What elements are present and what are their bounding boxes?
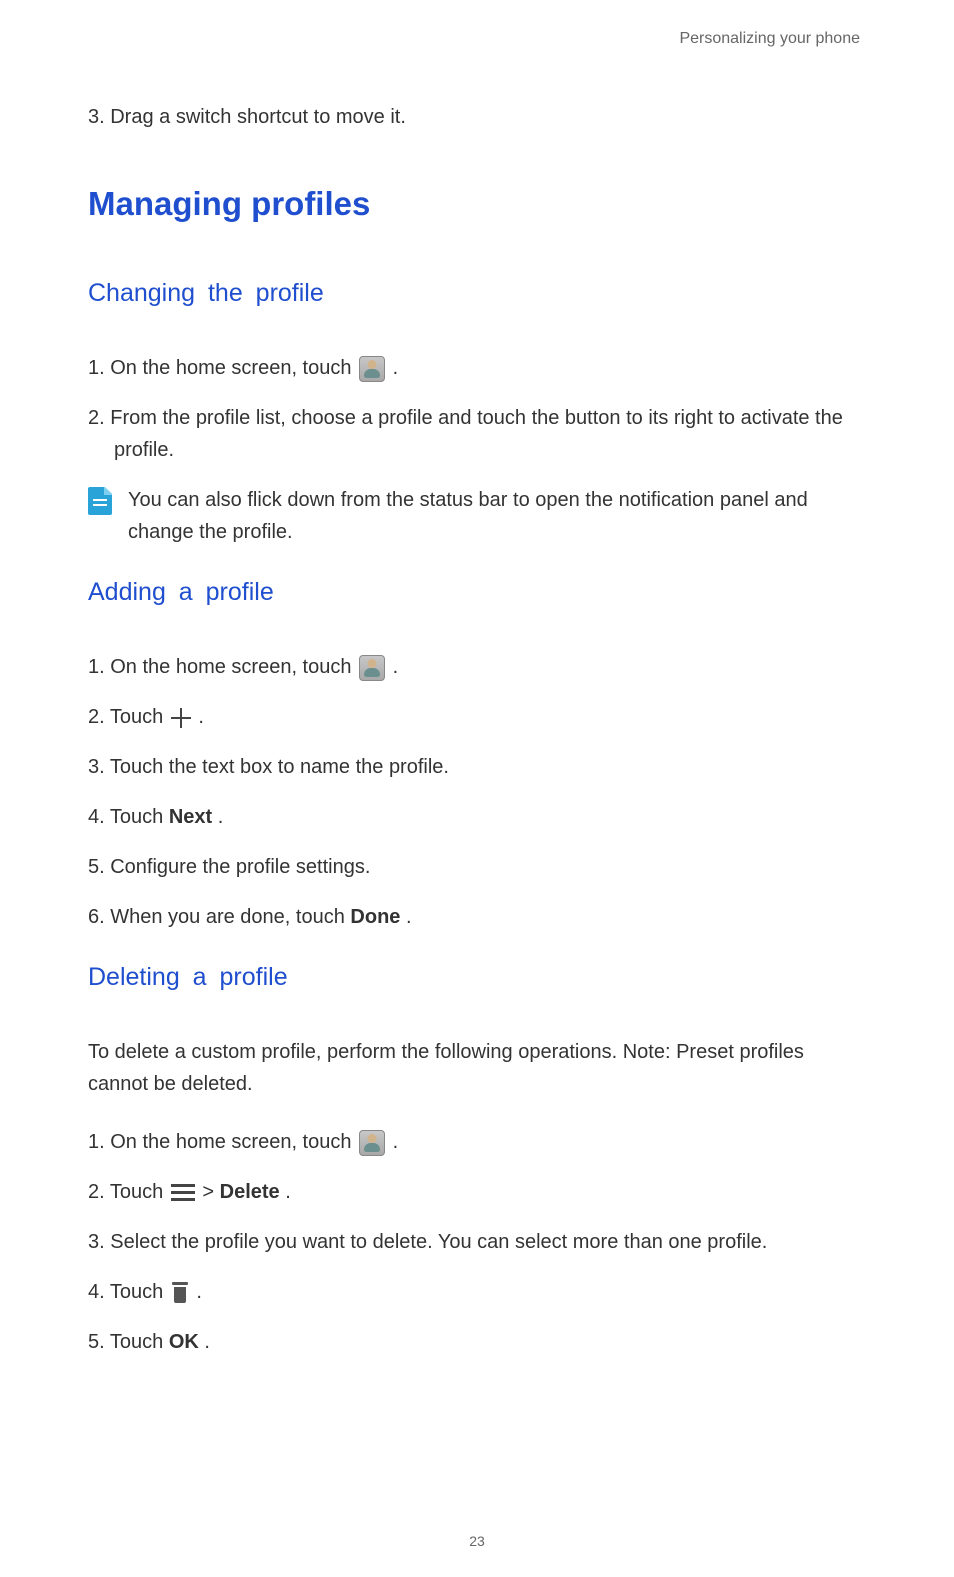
deleting-step-1: 1. On the home screen, touch . — [88, 1126, 866, 1158]
changing-steps-list: 1. On the home screen, touch . 2. From t… — [88, 352, 866, 466]
step-text-post: . — [285, 1181, 291, 1203]
step-text-post: . — [393, 1131, 399, 1153]
subsection-deleting-profile: Deleting a profile To delete a custom pr… — [88, 963, 866, 1358]
step-text-post: . — [393, 357, 399, 379]
changing-step-2: 2. From the profile list, choose a profi… — [88, 402, 866, 466]
adding-steps-list: 1. On the home screen, touch . 2. Touch … — [88, 651, 866, 933]
step-text-mid: > — [202, 1181, 219, 1203]
deleting-step-4: 4. Touch . — [88, 1276, 866, 1308]
step-text: 1. On the home screen, touch — [88, 1131, 357, 1153]
subsection-title-changing: Changing the profile — [88, 279, 866, 308]
step-bold: Next — [169, 806, 212, 828]
changing-step-1: 1. On the home screen, touch . — [88, 352, 866, 384]
intro-step-text: 3. Drag a switch shortcut to move it. — [88, 106, 866, 129]
page-number: 23 — [0, 1533, 954, 1549]
subsection-changing-profile: Changing the profile 1. On the home scre… — [88, 279, 866, 548]
subsection-adding-profile: Adding a profile 1. On the home screen, … — [88, 578, 866, 933]
profile-app-icon — [359, 1130, 385, 1156]
deleting-step-3: 3. Select the profile you want to delete… — [88, 1226, 866, 1258]
changing-note: You can also flick down from the status … — [88, 484, 866, 548]
document-page: Personalizing your phone 3. Drag a switc… — [0, 0, 954, 1358]
adding-step-2: 2. Touch . — [88, 701, 866, 733]
deleting-intro: To delete a custom profile, perform the … — [88, 1036, 866, 1100]
menu-icon — [171, 1184, 195, 1202]
step-bold: Done — [350, 906, 400, 928]
chapter-header: Personalizing your phone — [88, 30, 866, 48]
deleting-steps-list: 1. On the home screen, touch . 2. Touch … — [88, 1126, 866, 1358]
note-icon — [88, 487, 112, 515]
step-text-post: . — [393, 656, 399, 678]
step-text-post: . — [218, 806, 224, 828]
deleting-step-2: 2. Touch > Delete . — [88, 1176, 866, 1208]
subsection-title-adding: Adding a profile — [88, 578, 866, 607]
step-text: 2. Touch — [88, 1181, 169, 1203]
step-text: 4. Touch — [88, 1281, 169, 1303]
step-bold: Delete — [220, 1181, 280, 1203]
subsection-title-deleting: Deleting a profile — [88, 963, 866, 992]
step-text: 4. Touch — [88, 806, 169, 828]
step-bold: OK — [169, 1331, 199, 1353]
step-text-post: . — [204, 1331, 210, 1353]
step-text: 5. Touch — [88, 1331, 169, 1353]
adding-step-1: 1. On the home screen, touch . — [88, 651, 866, 683]
adding-step-5: 5. Configure the profile settings. — [88, 851, 866, 883]
step-text: 1. On the home screen, touch — [88, 656, 357, 678]
step-text: 1. On the home screen, touch — [88, 357, 357, 379]
adding-step-4: 4. Touch Next . — [88, 801, 866, 833]
adding-step-6: 6. When you are done, touch Done . — [88, 901, 866, 933]
profile-app-icon — [359, 655, 385, 681]
step-text: 6. When you are done, touch — [88, 906, 350, 928]
step-text-post: . — [406, 906, 412, 928]
note-text: You can also flick down from the status … — [128, 484, 866, 548]
step-text: 2. Touch — [88, 706, 169, 728]
deleting-step-5: 5. Touch OK . — [88, 1326, 866, 1358]
profile-app-icon — [359, 356, 385, 382]
step-text-post: . — [198, 706, 204, 728]
plus-icon — [171, 708, 191, 728]
section-title-managing-profiles: Managing profiles — [88, 185, 866, 223]
adding-step-3: 3. Touch the text box to name the profil… — [88, 751, 866, 783]
trash-icon — [171, 1282, 189, 1304]
step-text-post: . — [196, 1281, 202, 1303]
